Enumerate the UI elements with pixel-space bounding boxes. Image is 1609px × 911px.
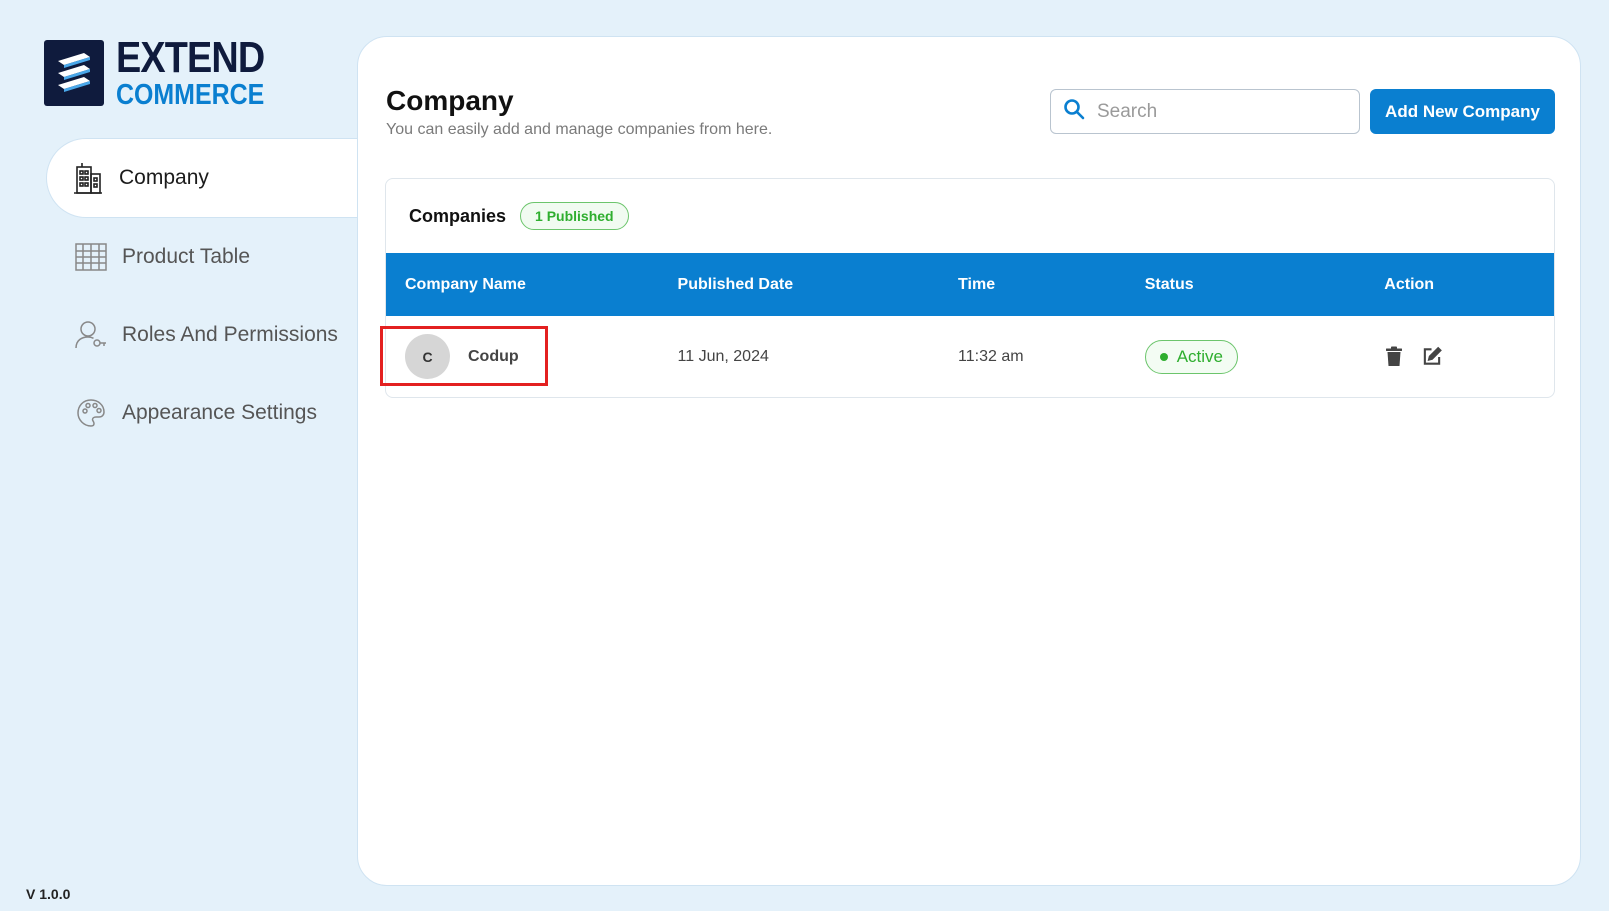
column-header-company-name: Company Name bbox=[405, 275, 526, 293]
sidebar-item-label: Product Table bbox=[122, 245, 251, 268]
published-count-badge: 1 Published bbox=[520, 202, 629, 230]
brand-logo: EXTEND COMMERCE bbox=[44, 36, 288, 110]
brand-name-line1: EXTEND bbox=[116, 33, 265, 82]
sidebar-item-product-table[interactable]: Product Table bbox=[46, 218, 358, 296]
page-subtitle: You can easily add and manage companies … bbox=[386, 121, 773, 138]
published-time: 11:32 am bbox=[958, 347, 1024, 365]
column-header-published-date: Published Date bbox=[677, 275, 794, 293]
companies-card: Companies 1 Published Company Name Publi… bbox=[385, 178, 1555, 398]
sidebar-item-label: Appearance Settings bbox=[122, 401, 317, 424]
page-title: Company bbox=[386, 85, 514, 116]
sidebar-item-company[interactable]: Company bbox=[46, 138, 360, 218]
status-label: Active bbox=[1176, 346, 1224, 366]
companies-title: Companies bbox=[409, 205, 507, 226]
company-name[interactable]: Codup bbox=[468, 348, 519, 366]
sidebar-item-label: Company bbox=[119, 166, 209, 189]
status-dot-icon bbox=[1159, 352, 1168, 361]
trash-icon[interactable] bbox=[1384, 346, 1404, 368]
building-icon bbox=[71, 161, 105, 195]
sidebar-nav: Company Product Table Roles And Permissi… bbox=[46, 138, 360, 452]
column-header-status: Status bbox=[1144, 275, 1194, 293]
sidebar-item-roles-permissions[interactable]: Roles And Permissions bbox=[46, 296, 358, 374]
status-badge: Active bbox=[1144, 339, 1239, 374]
avatar: C bbox=[405, 334, 450, 379]
table-row: C Codup 11 Jun, 2024 11:32 am Active bbox=[386, 316, 1554, 397]
sidebar-item-label: Roles And Permissions bbox=[122, 323, 338, 346]
company-name-cell[interactable]: C Codup bbox=[405, 334, 678, 379]
column-header-time: Time bbox=[958, 275, 996, 293]
column-header-action: Action bbox=[1384, 275, 1435, 293]
published-date: 11 Jun, 2024 bbox=[677, 347, 769, 365]
app-root: EXTEND COMMERCE Company Product Table Ro… bbox=[0, 0, 1609, 911]
logo-mark-icon bbox=[44, 40, 104, 106]
add-new-company-button[interactable]: Add New Company bbox=[1370, 89, 1555, 134]
edit-icon[interactable] bbox=[1422, 346, 1443, 368]
search-box[interactable] bbox=[1050, 89, 1360, 134]
search-icon bbox=[1063, 98, 1085, 125]
table-grid-icon bbox=[74, 240, 108, 274]
brand-name-line2: COMMERCE bbox=[116, 79, 265, 111]
sidebar-item-appearance-settings[interactable]: Appearance Settings bbox=[46, 374, 358, 452]
user-key-icon bbox=[74, 318, 108, 352]
main-panel: Company You can easily add and manage co… bbox=[357, 36, 1581, 886]
search-input[interactable] bbox=[1097, 100, 1337, 123]
app-version: V 1.0.0 bbox=[26, 886, 71, 902]
palette-icon bbox=[74, 396, 108, 430]
table-header: Company Name Published Date Time Status … bbox=[386, 253, 1554, 316]
